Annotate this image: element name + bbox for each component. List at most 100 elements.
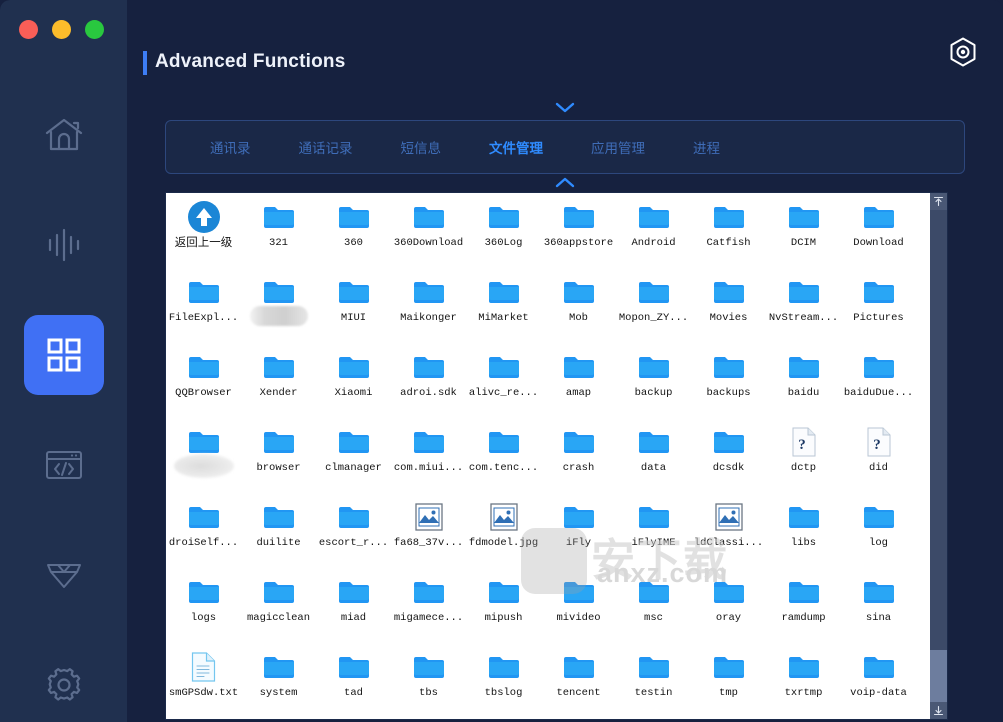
file-item[interactable]: alivc_re...: [466, 343, 541, 418]
scroll-down-icon[interactable]: [930, 702, 947, 719]
file-item[interactable]: [166, 418, 241, 493]
file-item[interactable]: smGPSdw.txt: [166, 643, 241, 718]
file-item[interactable]: 360: [316, 193, 391, 268]
file-item[interactable]: 360Download: [391, 193, 466, 268]
tab-messages[interactable]: 短信息: [395, 137, 448, 157]
file-item[interactable]: baidu: [766, 343, 841, 418]
folder-icon: [413, 576, 445, 608]
sidebar-item-premium[interactable]: [0, 520, 127, 630]
file-item[interactable]: DCIM: [766, 193, 841, 268]
close-button[interactable]: [19, 20, 38, 39]
tabs-collapse-down-icon[interactable]: [127, 100, 1003, 119]
file-item[interactable]: log: [841, 493, 916, 568]
file-item[interactable]: Mob: [541, 268, 616, 343]
file-item[interactable]: msc: [616, 568, 691, 643]
sidebar-item-settings[interactable]: [0, 630, 127, 722]
file-item[interactable]: testin: [616, 643, 691, 718]
file-item[interactable]: iFlyIME: [616, 493, 691, 568]
file-item[interactable]: tmp: [691, 643, 766, 718]
file-item[interactable]: backup: [616, 343, 691, 418]
file-item[interactable]: Movies: [691, 268, 766, 343]
file-item[interactable]: escort_r...: [316, 493, 391, 568]
file-item[interactable]: tencent: [541, 643, 616, 718]
file-item[interactable]: Download: [841, 193, 916, 268]
file-item[interactable]: Mopon_ZY...: [616, 268, 691, 343]
file-item[interactable]: data: [616, 418, 691, 493]
file-item[interactable]: Maikonger: [391, 268, 466, 343]
file-item[interactable]: Android: [616, 193, 691, 268]
file-item[interactable]: voip-data: [841, 643, 916, 718]
file-item[interactable]: Xiaomi: [316, 343, 391, 418]
file-item[interactable]: backups: [691, 343, 766, 418]
file-item[interactable]: MIUI: [316, 268, 391, 343]
file-item-label: Android: [631, 237, 676, 249]
file-item[interactable]: QQBrowser: [166, 343, 241, 418]
file-item[interactable]: com.tenc...: [466, 418, 541, 493]
tab-processes[interactable]: 进程: [687, 137, 726, 157]
file-item[interactable]: 360appstore: [541, 193, 616, 268]
hexagon-settings-icon[interactable]: [947, 36, 979, 68]
maximize-button[interactable]: [85, 20, 104, 39]
file-item[interactable]: mivideo: [541, 568, 616, 643]
file-item[interactable]: [241, 268, 316, 343]
file-item[interactable]: ? did: [841, 418, 916, 493]
file-item[interactable]: ? dctp: [766, 418, 841, 493]
folder-icon: [263, 576, 295, 608]
file-item[interactable]: magicclean: [241, 568, 316, 643]
file-item[interactable]: browser: [241, 418, 316, 493]
file-item[interactable]: droiSelf...: [166, 493, 241, 568]
sidebar-item-audio[interactable]: [0, 190, 127, 300]
tab-file-manager[interactable]: 文件管理: [483, 137, 549, 157]
sidebar-item-code[interactable]: [0, 410, 127, 520]
folder-icon: [263, 201, 295, 233]
folder-icon: [713, 351, 745, 383]
file-item[interactable]: MiMarket: [466, 268, 541, 343]
vertical-scrollbar[interactable]: [930, 193, 947, 719]
file-item[interactable]: Catfish: [691, 193, 766, 268]
file-item[interactable]: dcsdk: [691, 418, 766, 493]
file-item[interactable]: ramdump: [766, 568, 841, 643]
tab-contacts[interactable]: 通讯录: [204, 137, 257, 157]
file-item[interactable]: migamece...: [391, 568, 466, 643]
file-item[interactable]: ldClassi...: [691, 493, 766, 568]
file-item-label: log: [869, 537, 888, 549]
file-item[interactable]: com.miui...: [391, 418, 466, 493]
file-item[interactable]: adroi.sdk: [391, 343, 466, 418]
file-item[interactable]: system: [241, 643, 316, 718]
file-item[interactable]: txrtmp: [766, 643, 841, 718]
file-item[interactable]: 返回上一级: [166, 193, 241, 268]
file-item[interactable]: crash: [541, 418, 616, 493]
scroll-up-icon[interactable]: [930, 193, 947, 210]
file-item[interactable]: sina: [841, 568, 916, 643]
file-item[interactable]: NvStream...: [766, 268, 841, 343]
file-item[interactable]: FileExpl...: [166, 268, 241, 343]
file-item[interactable]: amap: [541, 343, 616, 418]
file-item[interactable]: libs: [766, 493, 841, 568]
folder-icon: [863, 201, 895, 233]
file-item[interactable]: fa68_37v...: [391, 493, 466, 568]
file-item[interactable]: baiduDue...: [841, 343, 916, 418]
file-item[interactable]: fdmodel.jpg: [466, 493, 541, 568]
file-item[interactable]: 360Log: [466, 193, 541, 268]
file-item-label: migamece...: [393, 612, 464, 624]
tab-call-logs[interactable]: 通话记录: [293, 137, 359, 157]
file-item[interactable]: duilite: [241, 493, 316, 568]
minimize-button[interactable]: [52, 20, 71, 39]
file-item[interactable]: oray: [691, 568, 766, 643]
file-item[interactable]: mipush: [466, 568, 541, 643]
svg-text:?: ?: [873, 437, 881, 453]
tab-app-manager[interactable]: 应用管理: [585, 137, 651, 157]
file-item[interactable]: tad: [316, 643, 391, 718]
file-item[interactable]: 321: [241, 193, 316, 268]
file-item[interactable]: tbslog: [466, 643, 541, 718]
file-item[interactable]: clmanager: [316, 418, 391, 493]
sidebar-item-home[interactable]: [0, 80, 127, 190]
file-item[interactable]: miad: [316, 568, 391, 643]
sidebar-item-advanced-functions[interactable]: [0, 300, 127, 410]
file-item[interactable]: logs: [166, 568, 241, 643]
file-item[interactable]: tbs: [391, 643, 466, 718]
file-item[interactable]: Xender: [241, 343, 316, 418]
scrollbar-thumb[interactable]: [930, 650, 947, 702]
file-item[interactable]: Pictures: [841, 268, 916, 343]
file-item[interactable]: iFly: [541, 493, 616, 568]
